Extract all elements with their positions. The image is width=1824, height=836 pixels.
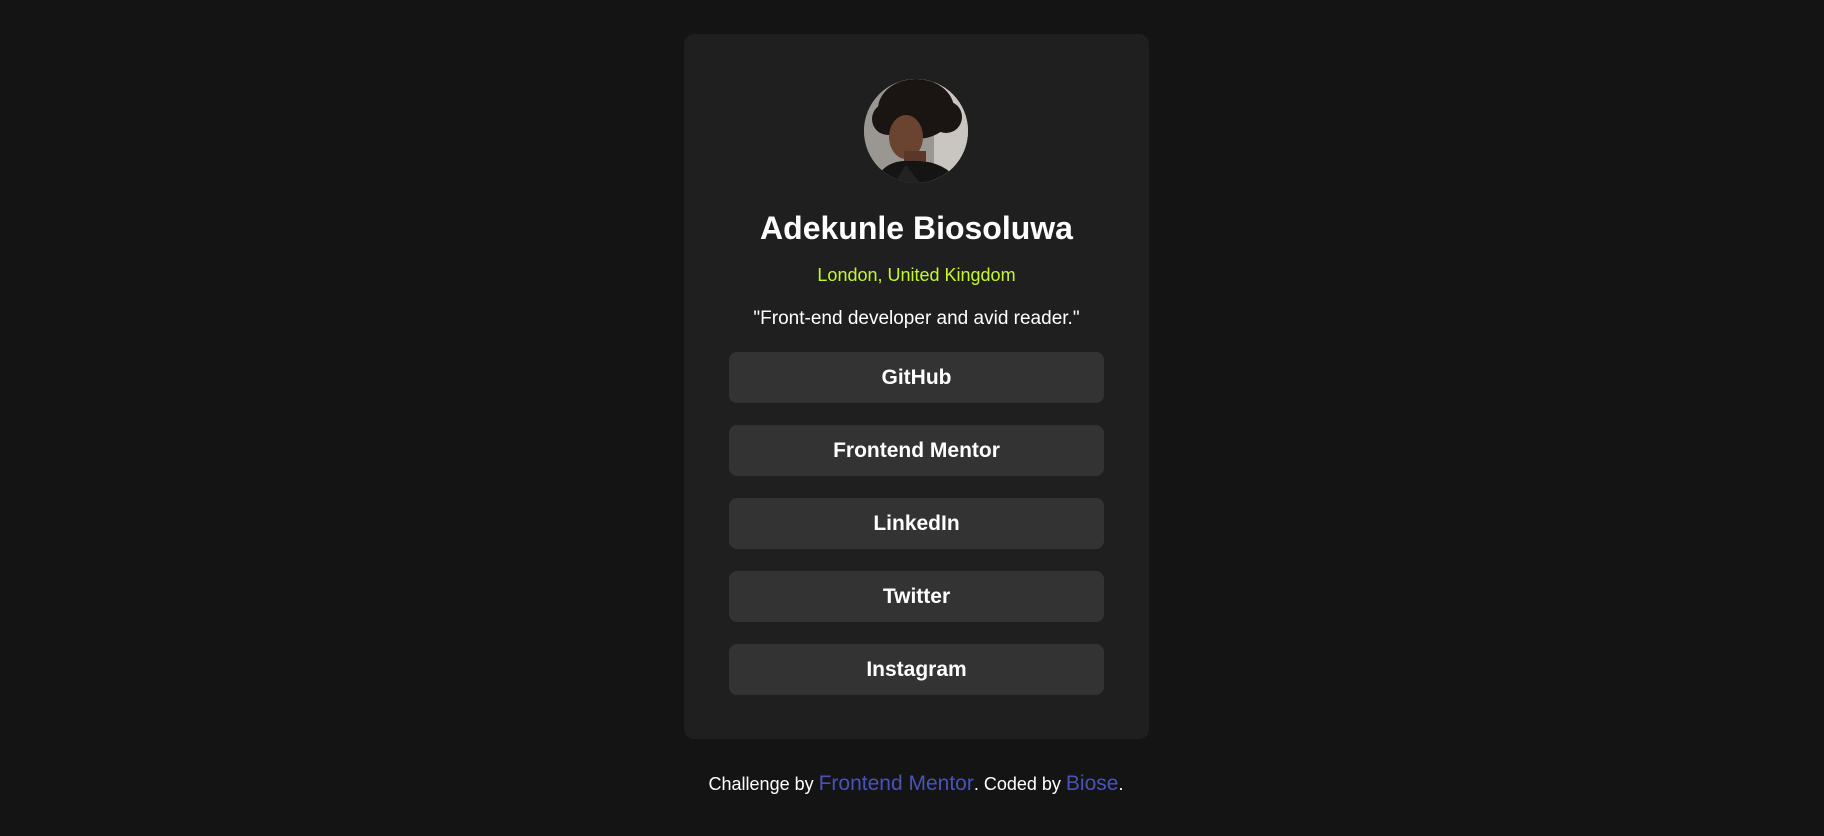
page: Adekunle Biosoluwa London, United Kingdo… bbox=[0, 0, 1824, 836]
instagram-link-button[interactable]: Instagram bbox=[729, 644, 1104, 695]
attribution-footer: Challenge by Frontend Mentor. Coded by B… bbox=[0, 770, 1824, 798]
frontend-mentor-footer-link[interactable]: Frontend Mentor bbox=[819, 772, 974, 795]
github-link-button[interactable]: GitHub bbox=[729, 352, 1104, 403]
profile-bio: "Front-end developer and avid reader." bbox=[753, 308, 1080, 329]
avatar-photo-icon bbox=[864, 79, 968, 183]
profile-card: Adekunle Biosoluwa London, United Kingdo… bbox=[684, 34, 1149, 739]
attribution-prefix: Challenge by bbox=[708, 774, 819, 794]
attribution-middle: . Coded by bbox=[973, 774, 1066, 794]
avatar bbox=[864, 79, 968, 183]
attribution-suffix: . bbox=[1118, 774, 1124, 794]
author-footer-link[interactable]: Biose bbox=[1066, 772, 1119, 795]
frontend-mentor-link-button[interactable]: Frontend Mentor bbox=[729, 425, 1104, 476]
social-links: GitHub Frontend Mentor LinkedIn Twitter … bbox=[729, 352, 1104, 717]
twitter-link-button[interactable]: Twitter bbox=[729, 571, 1104, 622]
linkedin-link-button[interactable]: LinkedIn bbox=[729, 498, 1104, 549]
profile-location: London, United Kingdom bbox=[817, 265, 1016, 285]
profile-name: Adekunle Biosoluwa bbox=[760, 210, 1073, 246]
